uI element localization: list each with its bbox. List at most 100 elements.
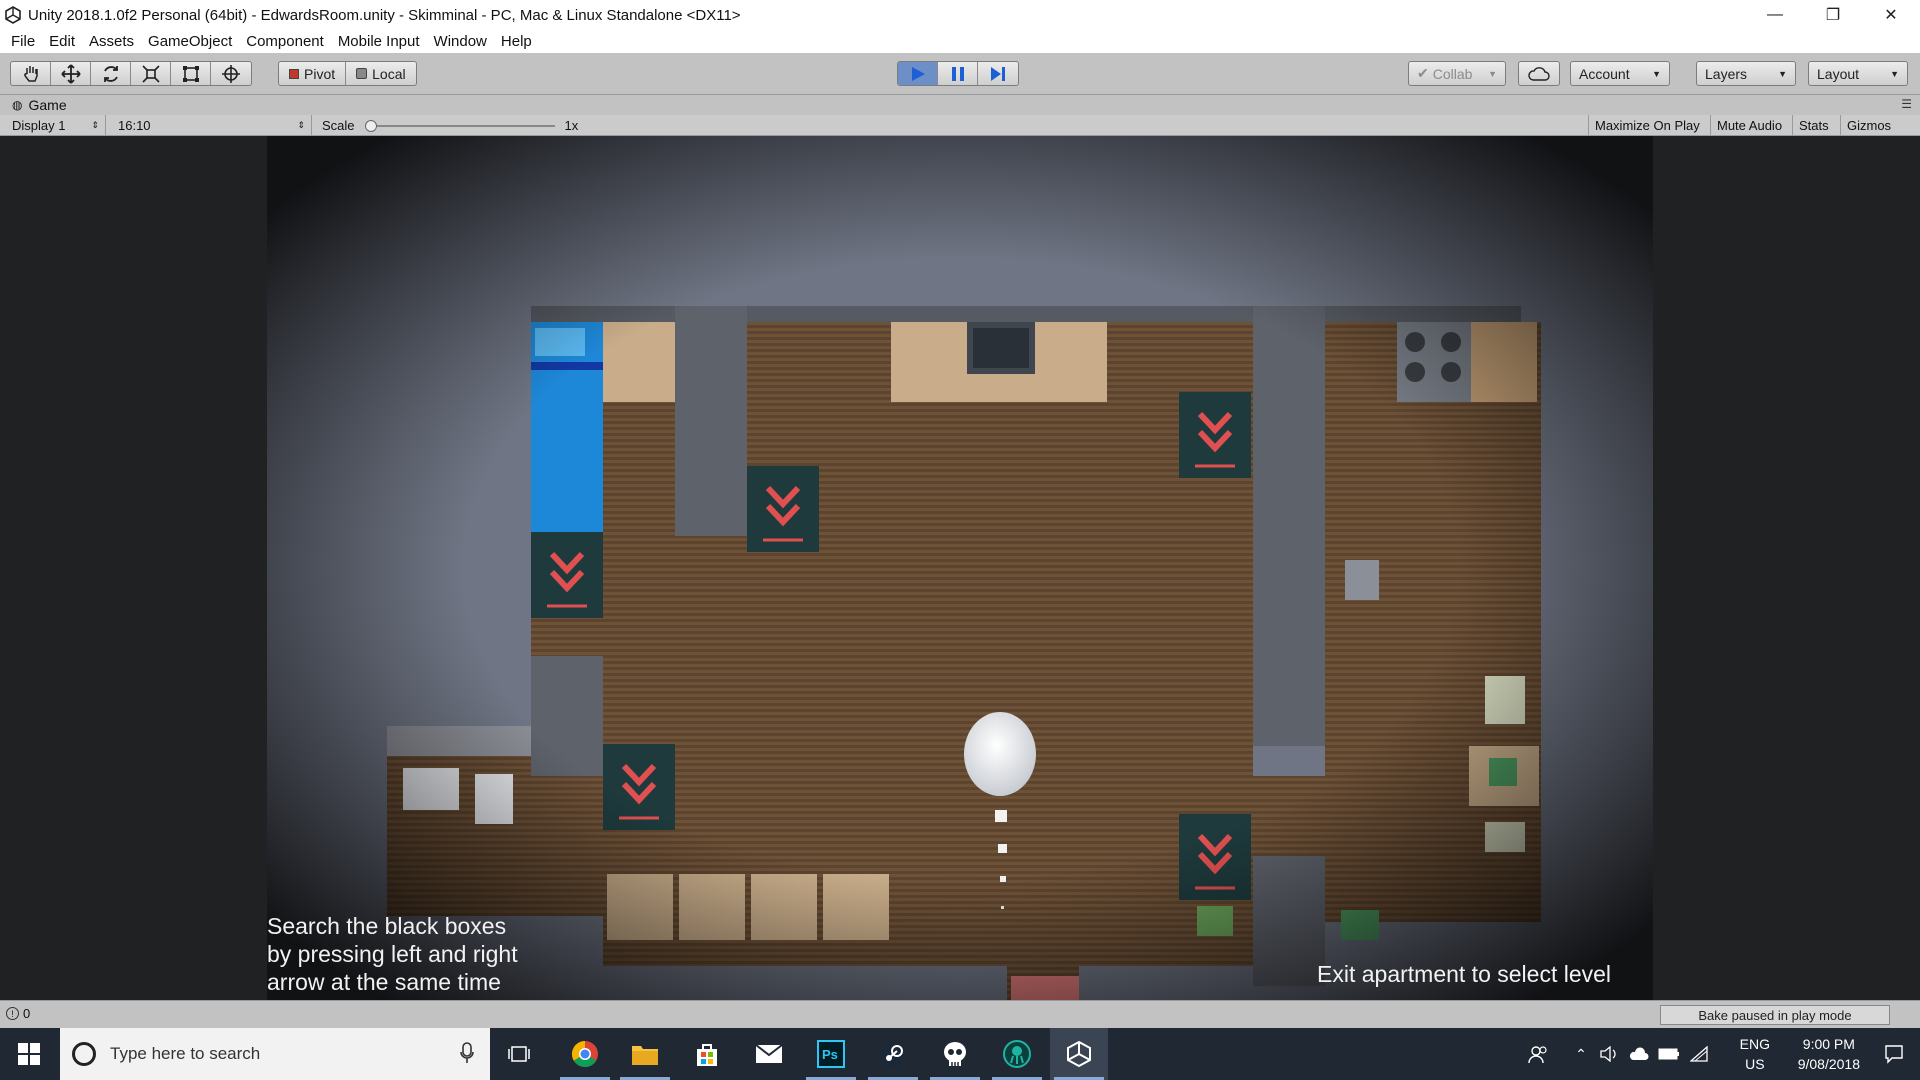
steam-taskbar-button[interactable]: [864, 1028, 922, 1080]
layout-dropdown[interactable]: Layout ▼: [1808, 61, 1908, 86]
gitkraken-icon: [1003, 1040, 1031, 1068]
updown-icon: ⇕: [297, 120, 305, 130]
unity-icon: [1067, 1041, 1091, 1067]
game-canvas[interactable]: Search the black boxes by pressing left …: [267, 136, 1653, 1000]
menu-assets[interactable]: Assets: [82, 33, 141, 50]
controls-hint: Search the black boxes by pressing left …: [267, 913, 518, 995]
status-bar: ! 0 Bake paused in play mode: [0, 1000, 1920, 1028]
photoshop-icon: Ps: [817, 1040, 845, 1068]
play-button[interactable]: [898, 62, 938, 85]
chevron-down-icon: ▼: [1652, 68, 1661, 79]
pause-button[interactable]: [938, 62, 978, 85]
cloud-button[interactable]: [1518, 61, 1560, 86]
volume-icon: [1600, 1046, 1616, 1062]
action-center-button[interactable]: [1868, 1028, 1920, 1080]
apartment-scene: [267, 136, 1653, 1000]
checkmark-icon: ✔: [1417, 65, 1429, 81]
taskbar-search[interactable]: Type here to search: [60, 1028, 490, 1080]
scale-tool-button[interactable]: [131, 62, 171, 85]
rotate-icon: [103, 65, 118, 82]
menu-mobile-input[interactable]: Mobile Input: [331, 33, 427, 50]
game-controls: Display 1 ⇕ 16:10 ⇕ Scale 1x Maximize On…: [0, 115, 1920, 136]
chevron-down-icon: ▼: [1488, 68, 1497, 79]
play-controls: [897, 61, 1019, 86]
chevron-up-icon: ⌃: [1575, 1045, 1587, 1062]
unity-taskbar-button[interactable]: [1050, 1028, 1108, 1080]
microphone-icon[interactable]: [460, 1042, 474, 1064]
onedrive-icon: [1629, 1047, 1649, 1060]
window-title: Unity 2018.1.0f2 Personal (64bit) - Edwa…: [28, 6, 741, 24]
windows-logo-icon: [18, 1043, 40, 1065]
show-hidden-icons-button[interactable]: ⌃: [1568, 1028, 1594, 1080]
battery-button[interactable]: [1656, 1028, 1682, 1080]
console-count[interactable]: ! 0: [6, 1006, 30, 1021]
photoshop-taskbar-button[interactable]: Ps: [802, 1028, 860, 1080]
file-explorer-icon: [632, 1046, 658, 1065]
mail-icon: [755, 1044, 783, 1063]
rect-tool-button[interactable]: [171, 62, 211, 85]
menu-gameobject[interactable]: GameObject: [141, 33, 239, 50]
store-taskbar-button[interactable]: [678, 1028, 736, 1080]
collab-dropdown[interactable]: ✔ Collab ▼: [1408, 61, 1506, 86]
pivot-local-group: Pivot Local: [278, 61, 417, 86]
move-tool-button[interactable]: [51, 62, 91, 85]
display-select[interactable]: Display 1 ⇕: [6, 115, 106, 136]
step-button[interactable]: [978, 62, 1018, 85]
chrome-taskbar-button[interactable]: [556, 1028, 614, 1080]
menu-window[interactable]: Window: [427, 33, 494, 50]
steam-icon: [880, 1041, 906, 1067]
pause-icon: [951, 66, 964, 81]
stats-toggle[interactable]: Stats: [1792, 115, 1835, 136]
minimize-button[interactable]: —: [1746, 0, 1804, 30]
game-view: Search the black boxes by pressing left …: [0, 136, 1920, 1000]
rotate-tool-button[interactable]: [91, 62, 131, 85]
menu-help[interactable]: Help: [494, 33, 539, 50]
tab-game[interactable]: ◍ Game: [0, 97, 67, 113]
task-view-button[interactable]: [490, 1028, 548, 1080]
close-button[interactable]: ✕: [1862, 0, 1920, 30]
game-tab-bar: ◍ Game ☰: [0, 95, 1920, 115]
start-button[interactable]: [0, 1028, 58, 1080]
aspect-select[interactable]: 16:10 ⇕: [112, 115, 312, 136]
input-language[interactable]: ENG US: [1740, 1034, 1770, 1074]
hand-tool-button[interactable]: [11, 62, 51, 85]
rect-icon: [182, 65, 199, 82]
account-dropdown[interactable]: Account ▼: [1570, 61, 1670, 86]
skull-app-taskbar-button[interactable]: [926, 1028, 984, 1080]
store-icon: [697, 1044, 717, 1066]
onedrive-button[interactable]: [1626, 1028, 1652, 1080]
chrome-icon: [571, 1040, 598, 1068]
mail-taskbar-button[interactable]: [740, 1028, 798, 1080]
scale-control: Scale 1x: [322, 118, 579, 133]
wifi-icon: [1690, 1046, 1708, 1062]
local-button[interactable]: Local: [346, 62, 415, 85]
chevron-down-icon: ▼: [1778, 68, 1787, 79]
pivot-button[interactable]: Pivot: [279, 62, 347, 85]
scale-slider-thumb[interactable]: [364, 119, 377, 132]
maximize-on-play-toggle[interactable]: Maximize On Play: [1588, 115, 1706, 136]
pivot-icon: [289, 68, 299, 79]
people-button[interactable]: [1520, 1028, 1556, 1080]
wifi-button[interactable]: [1686, 1028, 1712, 1080]
gizmos-dropdown[interactable]: Gizmos: [1840, 115, 1897, 136]
restore-button[interactable]: ❐: [1804, 0, 1862, 30]
battery-icon: [1658, 1048, 1679, 1060]
transform-tool-button[interactable]: [211, 62, 251, 85]
layers-dropdown[interactable]: Layers ▼: [1696, 61, 1796, 86]
cortana-icon: [72, 1042, 96, 1066]
chevron-down-icon: ▼: [1890, 68, 1899, 79]
volume-button[interactable]: [1596, 1028, 1622, 1080]
menu-file[interactable]: File: [4, 33, 42, 50]
menu-component[interactable]: Component: [239, 33, 331, 50]
menu-bar: File Edit Assets GameObject Component Mo…: [0, 30, 1920, 53]
scale-slider[interactable]: [364, 119, 555, 132]
system-clock[interactable]: 9:00 PM 9/08/2018: [1798, 1034, 1860, 1074]
panel-menu-icon[interactable]: ☰: [1901, 97, 1912, 111]
menu-edit[interactable]: Edit: [42, 33, 82, 50]
people-icon: [1528, 1046, 1547, 1064]
file-explorer-taskbar-button[interactable]: [616, 1028, 674, 1080]
gitkraken-taskbar-button[interactable]: [988, 1028, 1046, 1080]
mute-audio-toggle[interactable]: Mute Audio: [1710, 115, 1788, 136]
skull-app-icon: [944, 1042, 966, 1066]
bake-status: Bake paused in play mode: [1660, 1005, 1890, 1025]
